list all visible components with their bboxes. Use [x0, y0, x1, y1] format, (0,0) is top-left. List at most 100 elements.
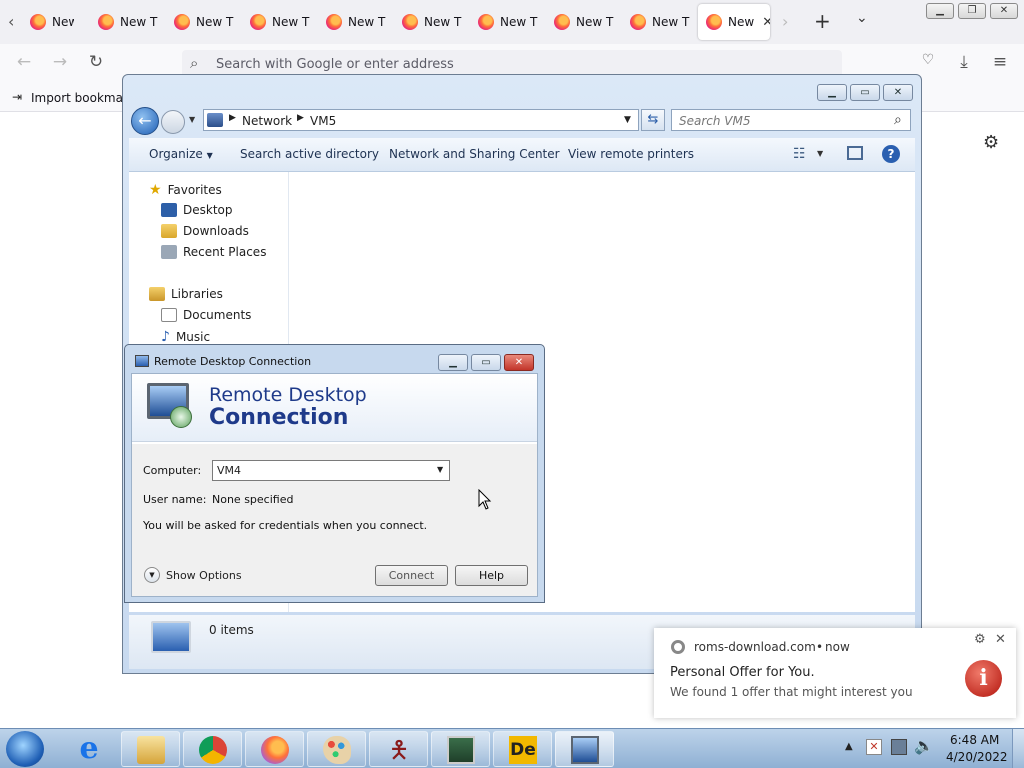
folder-icon	[137, 736, 165, 764]
taskbar-chrome[interactable]	[183, 731, 242, 767]
firefox-icon	[326, 14, 342, 30]
nav-documents[interactable]: Documents	[161, 308, 251, 322]
rdc-banner: Remote Desktop Connection	[132, 374, 537, 442]
recent-places-icon	[161, 245, 177, 259]
firefox-icon	[630, 14, 646, 30]
browser-tab[interactable]: New T	[394, 4, 466, 40]
notification-close-icon[interactable]: ✕	[995, 632, 1006, 647]
breadcrumb-network[interactable]: Network	[242, 114, 292, 128]
rdc-form: Computer: VM4 ▼ User name: None specifie…	[132, 444, 537, 596]
browser-tab[interactable]: New T	[22, 4, 74, 40]
nav-downloads[interactable]: Downloads	[161, 224, 249, 238]
nav-desktop[interactable]: Desktop	[161, 203, 233, 217]
rdc-title-icon	[135, 355, 149, 367]
explorer-close-button[interactable]: ✕	[883, 84, 913, 101]
show-desktop-button[interactable]	[1012, 729, 1024, 768]
new-tab-icon[interactable]: +	[814, 9, 831, 33]
list-tabs-chevron-down-icon[interactable]: ⌄	[856, 10, 868, 26]
reload-icon[interactable]: ↻	[84, 52, 108, 72]
show-hidden-icons-chevron-up-icon[interactable]: ▲	[845, 741, 853, 752]
desktop-icon	[161, 203, 177, 217]
taskbar: e 🯅 De ▲ ✕ 🔈 6:48 AM 4/20/2022	[0, 728, 1024, 768]
volume-icon[interactable]: 🔈	[914, 736, 934, 755]
explorer-minimize-button[interactable]: ▁	[817, 84, 847, 101]
taskbar-network-app[interactable]	[431, 731, 490, 767]
nav-music[interactable]: ♪ Music	[161, 329, 210, 345]
address-dropdown-chevron-down-icon[interactable]: ▼	[624, 115, 631, 125]
rdc-maximize-button[interactable]: ▭	[471, 354, 501, 371]
computer-dropdown-chevron-down-icon[interactable]: ▼	[437, 465, 443, 474]
web-notification[interactable]: roms-download.com • now ⚙ ✕ Personal Off…	[654, 628, 1016, 718]
search-icon[interactable]: ⌕	[894, 112, 902, 128]
command-bar: Organize ▼ Search active directory Netwo…	[129, 138, 915, 172]
help-icon[interactable]: ?	[882, 145, 900, 163]
network-tray-icon[interactable]	[891, 739, 907, 755]
gear-icon[interactable]: ⚙	[983, 132, 999, 153]
internet-explorer-icon[interactable]: e	[72, 733, 106, 765]
browser-tab[interactable]: New T	[470, 4, 542, 40]
view-options-icon[interactable]: ☷	[793, 146, 806, 162]
computer-combobox[interactable]: VM4 ▼	[212, 460, 450, 481]
search-active-directory-button[interactable]: Search active directory	[240, 147, 379, 161]
browser-tab[interactable]: New T	[318, 4, 390, 40]
help-button[interactable]: Help	[455, 565, 528, 586]
address-bar[interactable]: ▶ Network ▶ VM5 ▼	[203, 109, 639, 131]
start-button[interactable]	[6, 731, 44, 767]
breadcrumb-vm5[interactable]: VM5	[310, 114, 336, 128]
browser-tab[interactable]: New T	[242, 4, 314, 40]
stick-figure-icon: 🯅	[388, 736, 410, 764]
tab-scroll-left-icon[interactable]: ‹	[8, 12, 14, 31]
rdc-title: Remote Desktop Connection	[154, 355, 312, 368]
forward-button[interactable]	[161, 110, 185, 134]
tab-close-icon[interactable]: ✕	[762, 15, 770, 30]
taskbar-remote-desktop[interactable]	[555, 731, 614, 767]
taskbar-stick-figure-app[interactable]: 🯅	[369, 731, 428, 767]
search-input[interactable]: Search VM5 ⌕	[671, 109, 911, 131]
rdc-close-button[interactable]: ✕	[504, 354, 534, 371]
browser-tab-bar: ‹ New T New T New T New T New T New T Ne…	[0, 0, 1024, 44]
taskbar-explorer[interactable]	[121, 731, 180, 767]
nav-favorites[interactable]: ★ Favorites	[149, 182, 222, 198]
view-remote-printers-button[interactable]: View remote printers	[568, 147, 694, 161]
browser-tab[interactable]: New T	[166, 4, 238, 40]
firefox-icon	[250, 14, 266, 30]
notification-time: now	[825, 640, 850, 654]
rdc-connect-badge-icon	[170, 406, 192, 428]
clock-time[interactable]: 6:48 AM	[950, 733, 999, 747]
action-center-flag-icon[interactable]: ✕	[866, 739, 882, 755]
browser-tab[interactable]: New T	[622, 4, 694, 40]
browser-tab[interactable]: New T	[546, 4, 618, 40]
notification-settings-gear-icon[interactable]: ⚙	[974, 632, 986, 647]
tab-scroll-right-icon[interactable]: ›	[782, 12, 788, 31]
hamburger-menu-icon[interactable]: ≡	[988, 52, 1012, 72]
browser-tab-active[interactable]: New ✕	[698, 4, 770, 40]
view-chevron-down-icon[interactable]: ▼	[817, 149, 823, 158]
clock-date[interactable]: 4/20/2022	[946, 750, 1008, 764]
show-options-toggle[interactable]: ▼ Show Options	[144, 567, 242, 583]
pocket-icon[interactable]: ♡	[916, 52, 940, 68]
organize-menu[interactable]: Organize ▼	[149, 147, 213, 161]
browser-tab[interactable]: New T	[90, 4, 162, 40]
back-button[interactable]: ←	[131, 107, 159, 135]
refresh-icon[interactable]: ⇆	[641, 109, 665, 131]
download-icon[interactable]: ⤓	[952, 52, 976, 72]
network-sharing-center-button[interactable]: Network and Sharing Center	[389, 147, 560, 161]
rdc-minimize-button[interactable]: ▁	[438, 354, 468, 371]
forward-arrow-icon[interactable]: →	[48, 52, 72, 72]
connect-button[interactable]: Connect	[375, 565, 448, 586]
explorer-maximize-button[interactable]: ▭	[850, 84, 880, 101]
back-arrow-icon[interactable]: ←	[12, 52, 36, 72]
documents-icon	[161, 308, 177, 322]
chevron-down-icon: ▼	[206, 151, 213, 160]
item-count: 0 items	[209, 623, 254, 637]
recent-pages-chevron-down-icon[interactable]: ▼	[189, 115, 195, 124]
taskbar-de-app[interactable]: De	[493, 731, 552, 767]
nav-recent-places[interactable]: Recent Places	[161, 245, 266, 259]
taskbar-firefox[interactable]	[245, 731, 304, 767]
taskbar-paint[interactable]	[307, 731, 366, 767]
browser-restore-button[interactable]: ❐	[958, 3, 986, 19]
browser-minimize-button[interactable]: ▁	[926, 3, 954, 19]
preview-pane-icon[interactable]	[847, 146, 863, 160]
browser-close-button[interactable]: ✕	[990, 3, 1018, 19]
nav-libraries[interactable]: Libraries	[149, 287, 223, 301]
